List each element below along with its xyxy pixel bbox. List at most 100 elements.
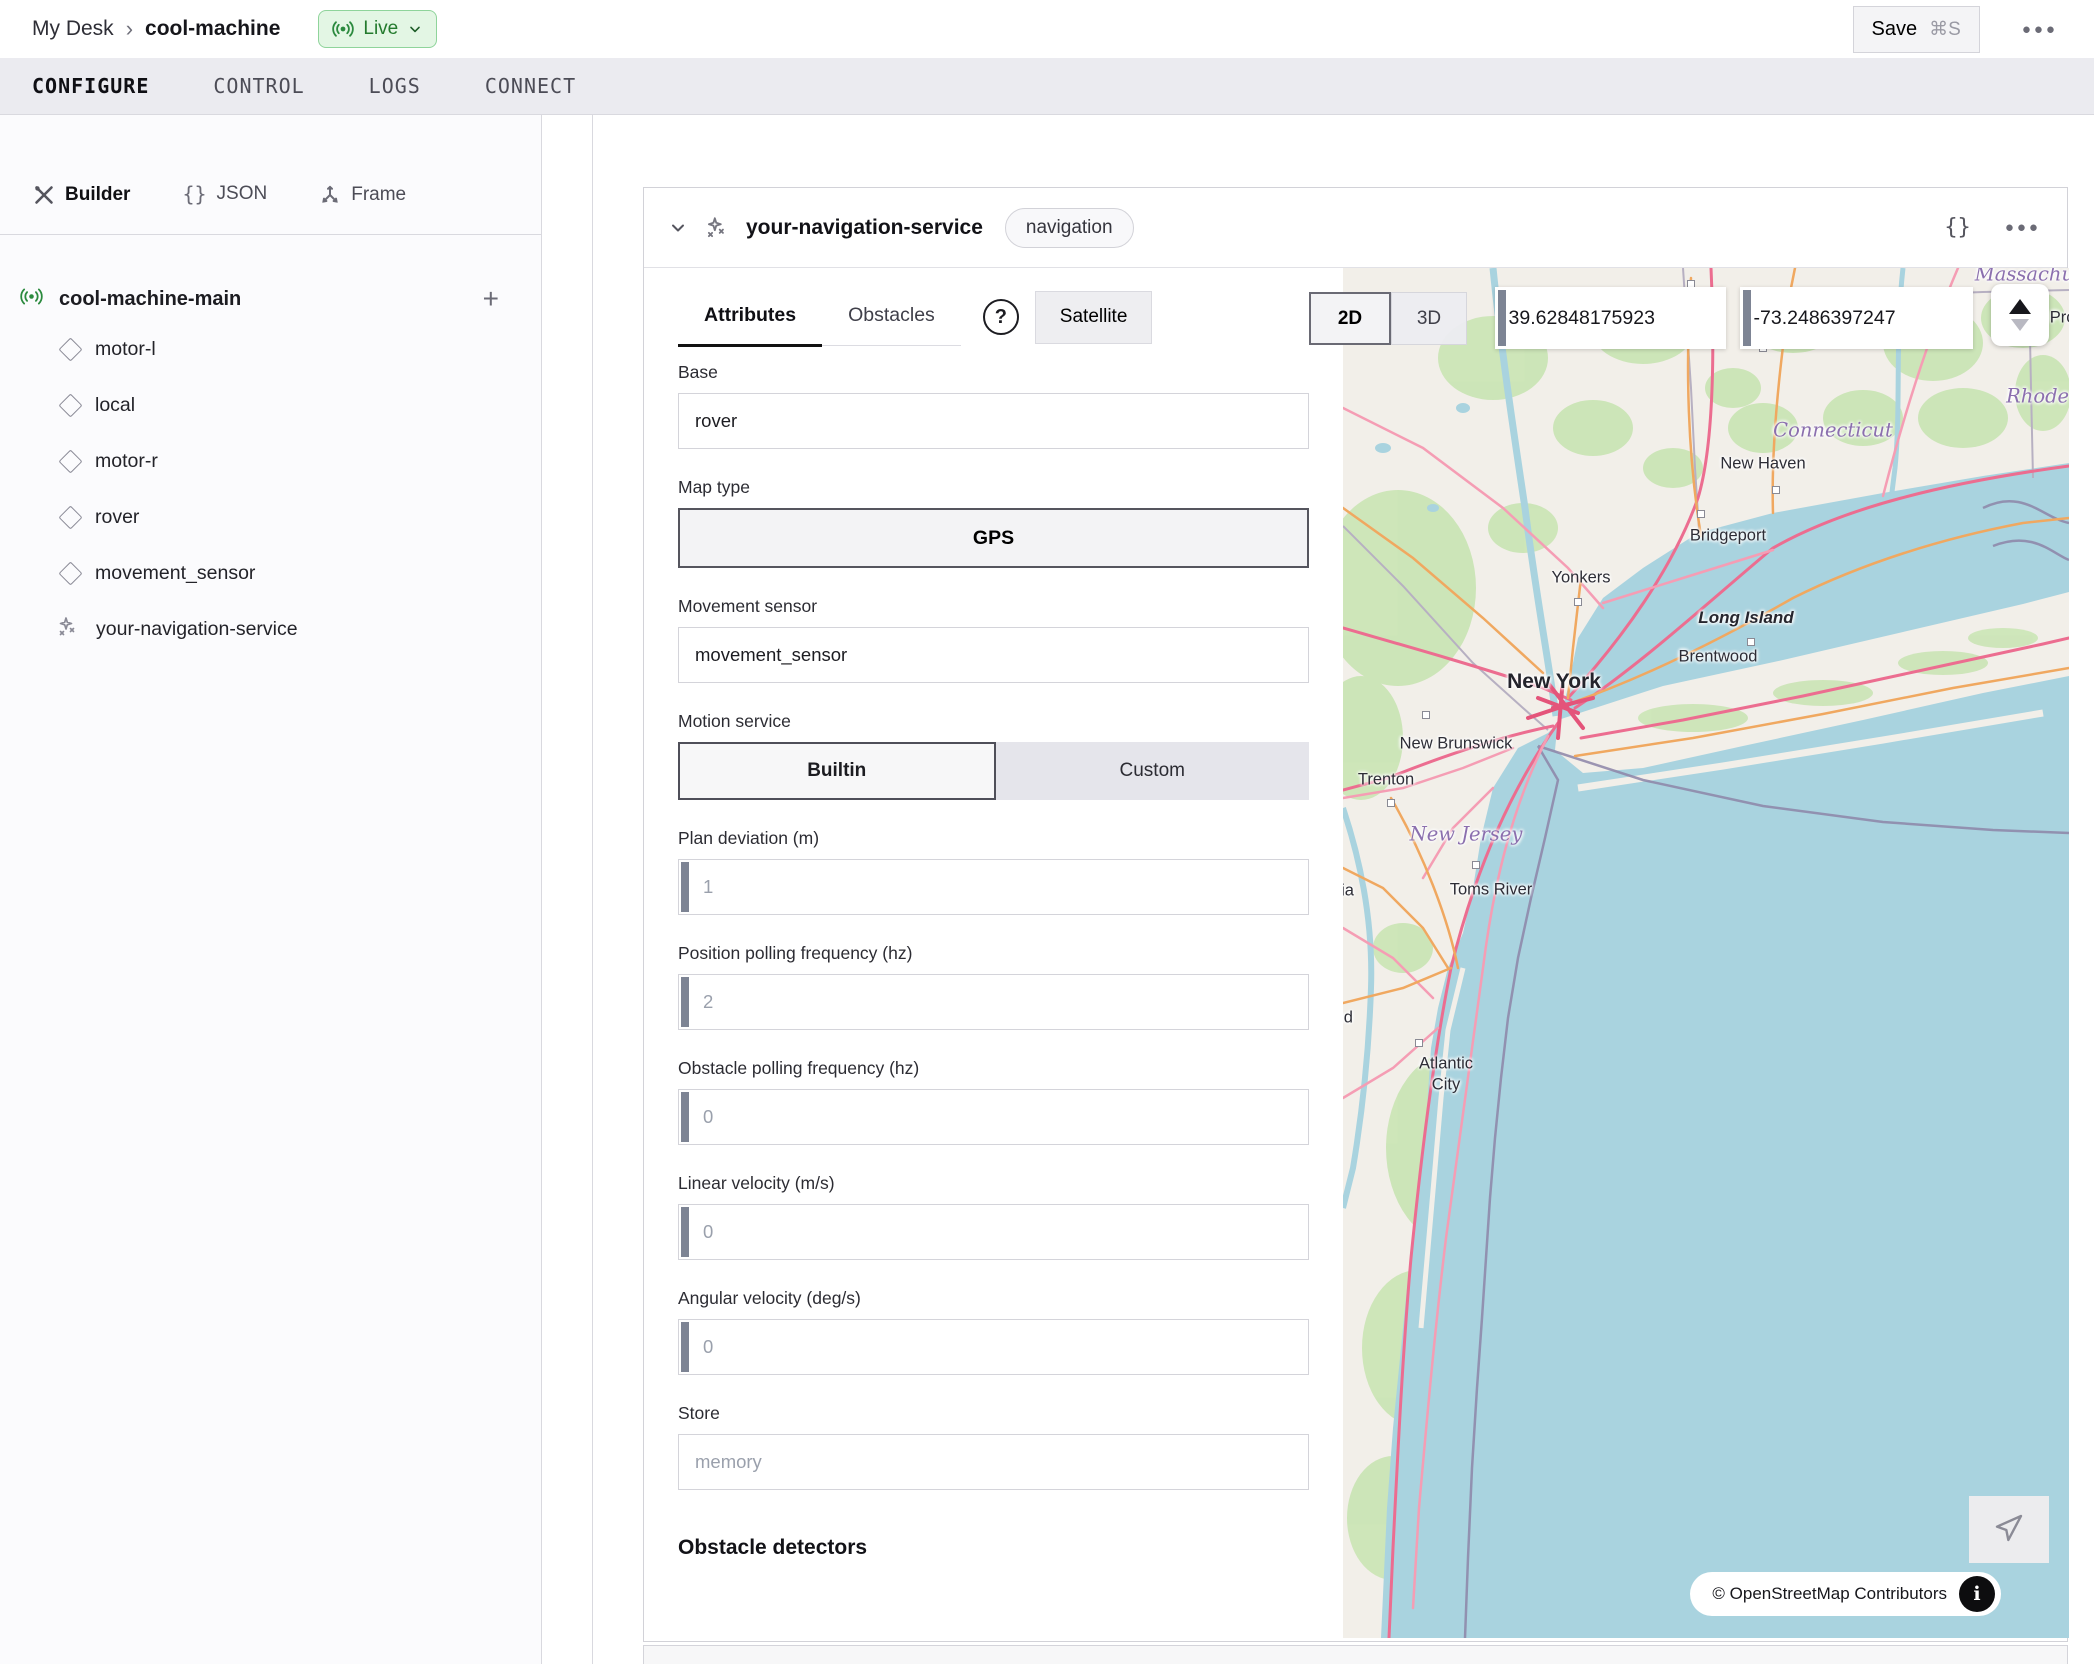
sidebar-item-motor-r[interactable]: motor-r [0,433,541,489]
broadcast-icon [332,18,354,40]
motion-service-toggle: Builtin Custom [678,742,1309,800]
town-marker [1415,1039,1423,1047]
base-input[interactable] [678,393,1309,449]
service-type-badge: navigation [1005,208,1134,248]
sidebar-tab-frame[interactable]: Frame [319,184,406,206]
braces-icon: {} [182,182,206,206]
sidebar-item-local[interactable]: local [0,377,541,433]
town-marker [1697,510,1705,518]
card-header: your-navigation-service navigation {} ●●… [644,188,2067,268]
field-store: Store [678,1403,1309,1490]
config-sidebar: Builder {} JSON Frame [0,115,542,1664]
number-drag-handle[interactable] [681,1322,689,1372]
tree-item-label: your-navigation-service [96,618,298,641]
longitude-drag-handle[interactable] [1743,290,1751,346]
number-drag-handle[interactable] [681,977,689,1027]
field-movement-sensor: Movement sensor [678,596,1309,683]
field-label: Motion service [678,711,1309,732]
longitude-field [1740,287,1973,349]
number-drag-handle[interactable] [681,1092,689,1142]
sidebar-tab-builder[interactable]: Builder [33,184,130,206]
breadcrumb: My Desk › cool-machine [0,16,280,42]
step-up-icon[interactable] [2009,299,2031,314]
machine-nav-tabs: CONFIGURE CONTROL LOGS CONNECT [0,58,2094,115]
live-status-dropdown[interactable]: Live [318,10,437,48]
save-button[interactable]: Save ⌘S [1853,6,1980,53]
card-more-options-icon[interactable]: ●●● [2005,219,2041,236]
code-braces-icon[interactable]: {} [1944,215,1971,240]
tab-obstacles[interactable]: Obstacles [822,288,961,345]
broadcast-icon [20,285,43,313]
sidebar-item-your-navigation-service[interactable]: your-navigation-service [0,601,541,657]
sidebar-tab-json[interactable]: {} JSON [182,182,267,206]
field-linear-velocity: Linear velocity (m/s) [678,1173,1309,1260]
navigation-map[interactable]: MassachusettsRhode IslandProvidenceConne… [1343,268,2069,1638]
linear-velocity-input[interactable] [678,1204,1309,1260]
latitude-drag-handle[interactable] [1498,290,1506,346]
help-icon[interactable]: ? [983,299,1019,335]
motion-service-custom-option[interactable]: Custom [996,742,1310,800]
collapse-chevron-icon[interactable] [668,218,688,238]
map-3d-button[interactable]: 3D [1391,292,1467,345]
zoom-stepper[interactable] [1991,284,2049,346]
latitude-field [1495,287,1726,349]
angular-velocity-input[interactable] [678,1319,1309,1375]
satellite-toggle-button[interactable]: Satellite [1035,291,1153,344]
next-panel-cut-off [643,1645,2068,1664]
field-label: Movement sensor [678,596,1309,617]
number-drag-handle[interactable] [681,1207,689,1257]
more-options-icon[interactable]: ●●● [2022,21,2058,38]
obstacle-polling-input[interactable] [678,1089,1309,1145]
panel-controls-row: Attributes Obstacles ? Satellite [678,288,1343,346]
field-obstacle-polling: Obstacle polling frequency (hz) [678,1058,1309,1145]
tools-icon [33,184,55,206]
breadcrumb-root-link[interactable]: My Desk [32,17,114,41]
machine-part-tree: cool-machine-main + motor-l local motor-… [0,235,541,657]
sidebar-tab-builder-label: Builder [65,184,130,206]
add-component-button[interactable]: + [483,285,517,313]
town-marker [1422,711,1430,719]
attribute-tabs: Attributes Obstacles [678,288,961,346]
map-type-gps-button[interactable]: GPS [678,508,1309,568]
component-diamond-icon [58,337,82,361]
service-sparkle-icon [704,215,730,241]
store-input[interactable] [678,1434,1309,1490]
town-marker [1472,861,1480,869]
attributes-form: Attributes Obstacles ? Satellite Base Ma… [644,268,1343,1560]
component-diamond-icon [58,505,82,529]
step-down-icon[interactable] [2011,319,2029,331]
motion-service-builtin-option[interactable]: Builtin [678,742,996,800]
tab-logs[interactable]: LOGS [369,74,421,98]
breadcrumb-machine-name: cool-machine [145,17,280,41]
sidebar-item-rover[interactable]: rover [0,489,541,545]
field-plan-deviation: Plan deviation (m) [678,828,1309,915]
frame-axes-icon [319,184,341,206]
tab-control[interactable]: CONTROL [213,74,304,98]
tab-configure[interactable]: CONFIGURE [32,74,149,98]
field-label: Base [678,362,1309,383]
tab-connect[interactable]: CONNECT [485,74,576,98]
movement-sensor-input[interactable] [678,627,1309,683]
tab-attributes[interactable]: Attributes [678,288,822,347]
save-label: Save [1872,18,1918,41]
number-drag-handle[interactable] [681,862,689,912]
topbar-actions: Save ⌘S ●●● [1853,0,2058,58]
save-shortcut: ⌘S [1929,18,1961,41]
field-map-type: Map type GPS [678,477,1309,568]
center-on-machine-button[interactable] [1969,1496,2049,1563]
attribution-text: © OpenStreetMap Contributors [1712,1584,1947,1604]
sidebar-item-motor-l[interactable]: motor-l [0,321,541,377]
position-polling-input[interactable] [678,974,1309,1030]
plan-deviation-input[interactable] [678,859,1309,915]
field-label: Plan deviation (m) [678,828,1309,849]
field-position-polling: Position polling frequency (hz) [678,943,1309,1030]
map-2d-button[interactable]: 2D [1309,292,1391,345]
field-angular-velocity: Angular velocity (deg/s) [678,1288,1309,1375]
latitude-input[interactable] [1509,307,1726,330]
info-icon[interactable]: i [1959,1576,1995,1612]
breadcrumb-separator: › [126,16,133,42]
tree-root-machine[interactable]: cool-machine-main + [0,277,541,321]
sidebar-item-movement-sensor[interactable]: movement_sensor [0,545,541,601]
longitude-input[interactable] [1754,307,1973,330]
field-label: Position polling frequency (hz) [678,943,1309,964]
